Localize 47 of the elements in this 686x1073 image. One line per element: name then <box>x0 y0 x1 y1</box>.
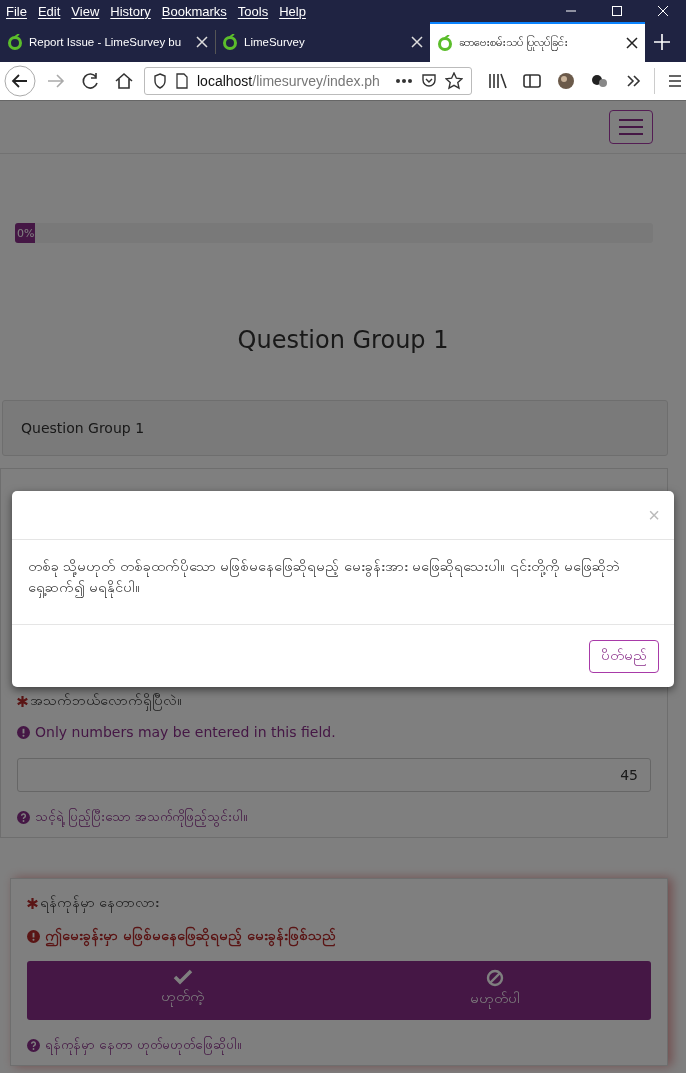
shield-icon <box>153 73 167 89</box>
ban-icon <box>486 969 504 987</box>
help-icon <box>17 811 30 824</box>
browser-tab[interactable]: ဆာဗေးစမ်းသပ် ပြုလုပ်ခြင်း <box>430 22 645 62</box>
menu-button[interactable] <box>609 110 653 144</box>
lime-logo-icon <box>437 35 453 51</box>
menu-icon <box>619 118 643 136</box>
back-icon[interactable] <box>4 65 36 97</box>
tab-title: LimeSurvey <box>244 36 306 48</box>
lime-logo-icon <box>7 34 23 50</box>
url-text: localhost/limesurvey/index.ph <box>197 73 381 89</box>
browser-tab[interactable]: LimeSurvey <box>215 22 430 62</box>
address-bar[interactable]: localhost/limesurvey/index.ph <box>144 67 472 95</box>
dialog-message: တစ်ခု သို့မဟုတ် တစ်ခုထက်ပိုသော မဖြစ်မနေဖြေဆိုရမည့် မေးခွန်းအား မဖြေဆိုရသေးပါ။ ၎င်းတို့ကို မဖြေဆိုဘဲ ရှေ့ဆက်၍ မရနိုင်ပါ။ <box>12 540 674 625</box>
close-icon[interactable] <box>626 37 638 49</box>
error-message: ဤမေးခွန်းမှာ မဖြစ်မနေဖြေဆိုရမည့် မေးခွန်းဖြစ်သည် <box>45 926 336 947</box>
tip-text: Only numbers may be entered in this field. <box>35 724 336 740</box>
menu-item[interactable]: Tools <box>237 3 269 19</box>
menu-item[interactable]: Help <box>279 3 306 19</box>
star-icon[interactable] <box>445 72 463 90</box>
exclamation-icon <box>17 725 30 739</box>
more-icon[interactable] <box>395 78 413 84</box>
exclamation-icon <box>27 930 40 943</box>
menu-item[interactable]: History <box>110 3 151 19</box>
help-text: ရန်ကုန်မှာ နေတာ ဟုတ်မဟုတ်ဖြေဆိုပါ။ <box>45 1036 243 1055</box>
progress-fill: 0% <box>15 223 35 243</box>
answer-button[interactable]: ဟုတ်ကဲ့ <box>27 961 339 1020</box>
question-text: ရန်ကုန်မှာ နေတာလား <box>40 893 160 914</box>
close-dialog-button[interactable]: ပိတ်မည် <box>589 640 659 673</box>
menu-item[interactable]: View <box>71 3 100 19</box>
help-text: သင့်ရဲ့ ပြည့်ပြီးသော အသက်ကိုဖြည့်သွင်းပါ။ <box>35 808 249 827</box>
pocket-icon[interactable] <box>421 73 437 89</box>
group-description: Question Group 1 <box>2 400 668 456</box>
page-icon <box>175 73 189 89</box>
check-icon <box>173 969 193 985</box>
tab-title: ဆာဗေးစမ်းသပ် ပြုလုပ်ခြင်း <box>459 34 620 52</box>
question-text: အသက်ဘယ်လောက်ရှိပြီလဲ။ <box>30 691 182 712</box>
help-icon <box>27 1039 40 1052</box>
group-title: Question Group 1 <box>236 326 450 354</box>
answer-button[interactable]: မဟုတ်ပါ <box>339 961 651 1020</box>
number-field[interactable]: 45 <box>17 758 651 792</box>
browser-tab[interactable]: Report Issue - LimeSurvey bu <box>0 22 215 62</box>
menu-item[interactable]: Edit <box>37 3 61 19</box>
menu-item[interactable]: Bookmarks <box>161 3 227 19</box>
tab-title: Report Issue - LimeSurvey bu <box>29 36 183 48</box>
lime-logo-icon <box>222 34 238 50</box>
menu-item[interactable]: File <box>6 3 27 19</box>
